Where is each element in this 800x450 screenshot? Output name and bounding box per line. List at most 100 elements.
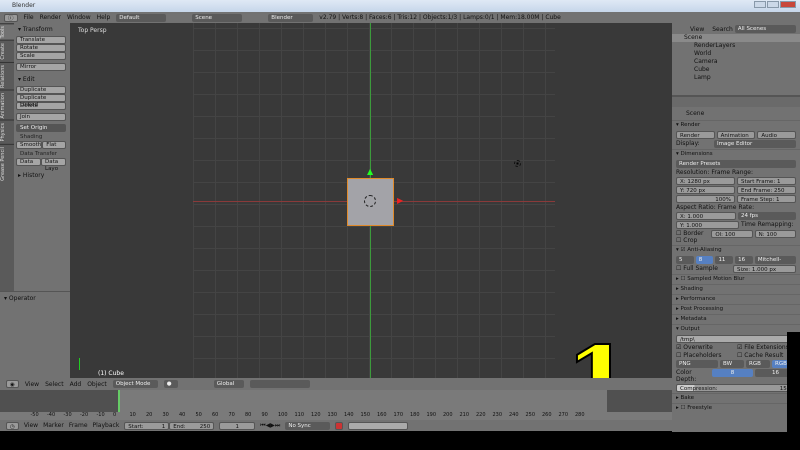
scene-select[interactable]: Scene	[192, 13, 243, 22]
record-button[interactable]	[335, 421, 344, 430]
minimize-button[interactable]	[754, 1, 766, 8]
freestyle-panel-header[interactable]: ▸ ☐ Freestyle	[672, 403, 800, 413]
rgb-button[interactable]: RGB	[746, 360, 770, 368]
resolution-x-field[interactable]: X: 1280 px	[676, 177, 735, 185]
outliner-filter-select[interactable]: All Scenes	[734, 25, 796, 33]
tab-relations[interactable]: Relations	[0, 61, 14, 90]
outliner-item-renderlayers[interactable]: RenderLayers	[672, 42, 800, 50]
tab-grease-pencil[interactable]: Grease Pencil	[0, 143, 14, 183]
depth-8-button[interactable]: 8	[712, 369, 753, 377]
playhead[interactable]	[118, 390, 120, 412]
output-panel-header[interactable]: ▾ Output	[672, 324, 800, 334]
start-frame-field[interactable]: Start Frame: 1	[737, 177, 796, 185]
editor-type-icon[interactable]: ◉	[6, 380, 19, 388]
tab-tools[interactable]: Tools	[0, 23, 14, 41]
end-frame-field[interactable]: End: 250	[169, 421, 215, 430]
aa-filter-select[interactable]: Mitchell-Netravali	[754, 256, 797, 271]
aa-8[interactable]: 8	[695, 256, 714, 264]
close-button[interactable]	[780, 1, 796, 8]
view-menu[interactable]: View	[25, 381, 39, 388]
maximize-button[interactable]	[767, 1, 779, 8]
shading-select[interactable]: ●	[163, 380, 178, 388]
time-old-field[interactable]: Ol: 100	[711, 230, 753, 238]
render-panel-header[interactable]: ▾ Render	[672, 120, 800, 130]
bw-button[interactable]: BW	[720, 360, 744, 368]
post-processing-panel-header[interactable]: ▸ Post Processing	[672, 304, 800, 314]
end-frame-field[interactable]: End Frame: 250	[737, 186, 796, 194]
render-presets-select[interactable]: Render Presets	[676, 160, 796, 168]
properties-context-tabs[interactable]	[672, 97, 800, 107]
filter-size-field[interactable]: Size: 1.000 px	[733, 265, 796, 273]
animation-button[interactable]: Animation	[716, 131, 756, 139]
overwrite-checkbox[interactable]: ☑ Overwrite	[676, 344, 735, 351]
aa-11[interactable]: 11	[715, 256, 734, 264]
time-new-field[interactable]: N: 100	[754, 230, 796, 238]
outliner-view-menu[interactable]: View	[676, 26, 710, 33]
tab-physics[interactable]: Physics	[0, 120, 14, 144]
translate-button[interactable]: Translate	[16, 36, 66, 44]
marker-menu[interactable]: Marker	[43, 422, 64, 429]
layers-grid[interactable]	[249, 380, 310, 388]
lamp-icon[interactable]	[514, 160, 521, 167]
3d-viewport[interactable]: Top Persp ▲ ▶ (1) Cube	[70, 23, 672, 378]
tab-animation[interactable]: Animation	[0, 89, 14, 121]
duplicate-button[interactable]: Duplicate	[16, 86, 66, 94]
display-select[interactable]: Image Editor	[714, 140, 796, 148]
flat-button[interactable]: Flat	[42, 141, 66, 149]
frame-step-field[interactable]: Frame Step: 1	[737, 195, 796, 203]
object-menu[interactable]: Object	[87, 381, 107, 388]
select-menu[interactable]: Select	[45, 381, 64, 388]
shading-panel-header[interactable]: ▸ Shading	[672, 284, 800, 294]
playback-menu[interactable]: Playback	[93, 422, 120, 429]
data-layout-button[interactable]: Data Layo	[41, 158, 66, 172]
menu-help[interactable]: Help	[97, 14, 111, 21]
operator-panel-header[interactable]: ▾ Operator	[0, 295, 70, 302]
audio-button[interactable]: Audio	[757, 131, 797, 139]
timeline-view-menu[interactable]: View	[24, 422, 38, 429]
set-origin-select[interactable]: Set Origin	[16, 124, 66, 132]
compression-slider[interactable]: Compression: 15%	[676, 384, 796, 392]
motion-blur-panel-header[interactable]: ▸ ☐ Sampled Motion Blur	[672, 274, 800, 284]
frame-menu[interactable]: Frame	[69, 422, 88, 429]
metadata-panel-header[interactable]: ▸ Metadata	[672, 314, 800, 324]
sync-select[interactable]: No Sync	[285, 421, 331, 430]
aspect-y-field[interactable]: Y: 1.000	[676, 221, 739, 229]
mirror-button[interactable]: Mirror	[16, 63, 66, 71]
outliner-item-lamp[interactable]: Lamp	[672, 74, 800, 82]
aspect-x-field[interactable]: X: 1.000	[676, 212, 736, 220]
full-sample-checkbox[interactable]: ☐ Full Sample	[676, 265, 731, 273]
y-arrow-icon[interactable]: ▲	[367, 167, 373, 176]
performance-panel-header[interactable]: ▸ Performance	[672, 294, 800, 304]
border-checkbox[interactable]: ☐ Border ☐ Crop	[676, 230, 709, 244]
start-frame-field[interactable]: Start: 1	[124, 421, 170, 430]
delete-button[interactable]: Delete	[16, 102, 66, 110]
aa-16[interactable]: 16	[735, 256, 753, 264]
output-path-field[interactable]: /tmp\	[676, 335, 796, 343]
tab-create[interactable]: Create	[0, 40, 14, 62]
join-button[interactable]: Join	[16, 113, 66, 121]
smooth-button[interactable]: Smooth	[16, 141, 43, 149]
fps-select[interactable]: 24 fps	[738, 212, 796, 220]
aa-5[interactable]: 5	[676, 256, 694, 264]
keying-set-field[interactable]	[348, 421, 409, 430]
outliner-item-camera[interactable]: Camera	[672, 58, 800, 66]
mode-select[interactable]: Object Mode	[112, 380, 158, 388]
resolution-percent-slider[interactable]: 100%	[676, 195, 735, 203]
menu-file[interactable]: File	[24, 14, 34, 21]
rotate-button[interactable]: Rotate	[16, 44, 66, 52]
outliner-item-world[interactable]: World	[672, 50, 800, 58]
current-frame-field[interactable]: 1	[219, 421, 256, 430]
outliner-item-scene[interactable]: Scene	[672, 34, 800, 42]
bake-panel-header[interactable]: ▸ Bake	[672, 393, 800, 403]
scale-button[interactable]: Scale	[16, 52, 66, 60]
playback-controls[interactable]: ⏮◀▶⏭	[260, 422, 280, 430]
placeholders-checkbox[interactable]: ☐ Placeholders	[676, 352, 735, 359]
dimensions-panel-header[interactable]: ▾ Dimensions	[672, 149, 800, 159]
add-menu[interactable]: Add	[70, 381, 82, 388]
x-arrow-icon[interactable]: ▶	[397, 196, 403, 205]
data-button[interactable]: Data	[16, 158, 41, 166]
outliner-search-menu[interactable]: Search	[712, 26, 733, 33]
file-format-select[interactable]: PNG	[676, 360, 718, 368]
render-button[interactable]: Render	[676, 131, 715, 139]
resolution-y-field[interactable]: Y: 720 px	[676, 186, 735, 194]
